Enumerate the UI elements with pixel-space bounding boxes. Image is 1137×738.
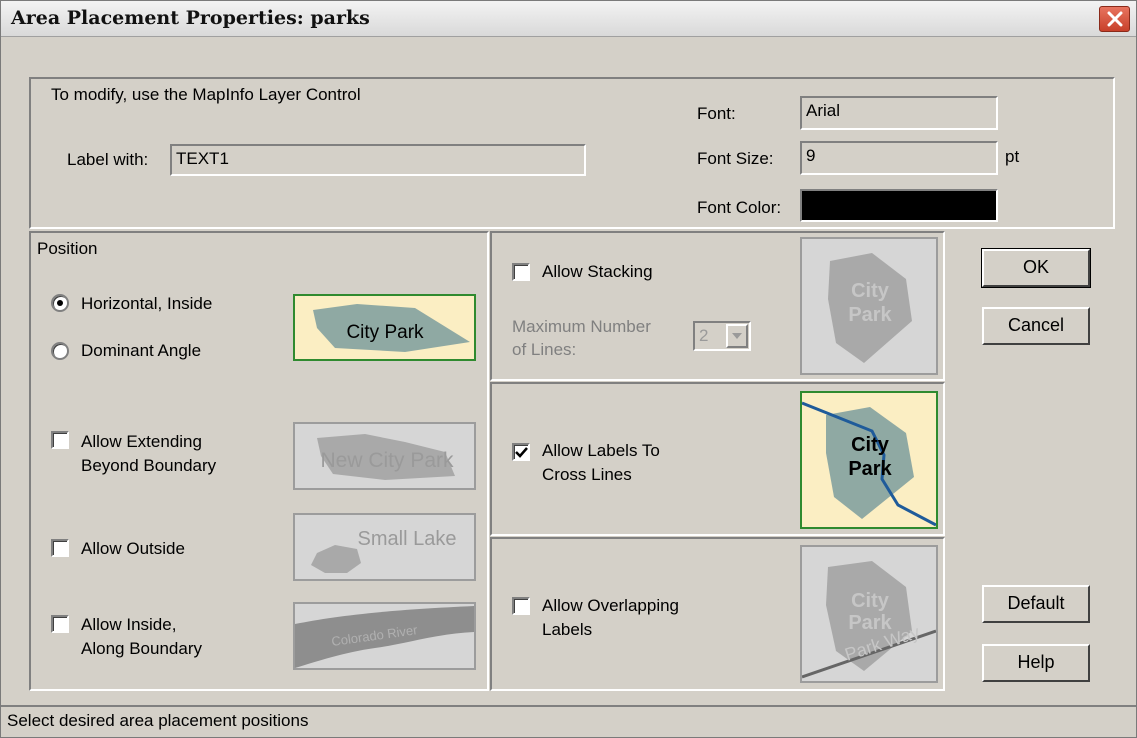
park-polygon-icon: City Park (313, 304, 470, 352)
preview-stacking-text-2: Park (848, 304, 892, 326)
font-size-unit: pt (1005, 147, 1020, 166)
allow-stacking-label[interactable]: Allow Stacking (542, 262, 653, 282)
allow-cross-lines-checkbox[interactable] (512, 443, 530, 461)
close-icon (1107, 11, 1123, 27)
font-field[interactable]: Arial (800, 96, 998, 130)
preview-horizontal-inside: City Park (293, 294, 476, 361)
park-overlap-icon: City Park Park Way (802, 561, 936, 679)
position-heading: Position (37, 239, 98, 258)
font-size-label: Font Size: (697, 149, 774, 168)
font-color-label: Font Color: (697, 198, 782, 217)
dominant-angle-label[interactable]: Dominant Angle (81, 341, 201, 361)
max-lines-value: 2 (699, 326, 709, 345)
chevron-down-icon (732, 333, 742, 339)
allow-cross-lines-label-2[interactable]: Cross Lines (542, 465, 632, 485)
preview-outside-text: Small Lake (358, 528, 457, 550)
dominant-angle-radio[interactable] (51, 342, 69, 360)
preview-overlapping: City Park Park Way (800, 545, 938, 683)
window-title: Area Placement Properties: parks (11, 7, 370, 29)
allow-extending-checkbox[interactable] (51, 431, 69, 449)
preview-inside-along: Colorado River (293, 602, 476, 670)
ok-button[interactable]: OK (981, 248, 1091, 288)
allow-inside-along-label-2[interactable]: Along Boundary (81, 639, 202, 659)
preview-cross-text-1: City (851, 434, 890, 456)
preview-cross-lines: City Park (800, 391, 938, 529)
allow-overlapping-checkbox[interactable] (512, 597, 530, 615)
cancel-button[interactable]: Cancel (982, 307, 1090, 345)
preview-outside: Small Lake (293, 513, 476, 581)
allow-stacking-checkbox[interactable] (512, 263, 530, 281)
preview-horizontal-text: City Park (346, 322, 424, 343)
font-label: Font: (697, 104, 736, 123)
status-bar: Select desired area placement positions (1, 705, 1136, 737)
title-bar: Area Placement Properties: parks (1, 1, 1136, 37)
label-with-field[interactable]: TEXT1 (170, 144, 586, 176)
preview-stacking-text-1: City (851, 280, 890, 302)
horizontal-inside-radio[interactable] (51, 294, 69, 312)
modify-note: To modify, use the MapInfo Layer Control (51, 85, 361, 104)
allow-cross-lines-label-1[interactable]: Allow Labels To (542, 441, 660, 461)
label-with-label: Label with: (67, 150, 149, 169)
allow-extending-label-2[interactable]: Beyond Boundary (81, 456, 216, 476)
preview-stacking: City Park (800, 237, 938, 375)
dialog-window: Area Placement Properties: parks To modi… (0, 0, 1137, 738)
allow-inside-along-label-1[interactable]: Allow Inside, (81, 615, 176, 635)
dropdown-arrow-button[interactable] (726, 324, 748, 348)
river-polygon-icon: Colorado River (295, 606, 474, 668)
lake-polygon-icon: Small Lake (311, 528, 457, 573)
max-lines-select[interactable]: 2 (693, 321, 751, 351)
checkmark-icon (515, 447, 528, 458)
max-lines-label-2: of Lines: (512, 340, 577, 359)
max-lines-label-1: Maximum Number (512, 317, 651, 336)
horizontal-inside-label[interactable]: Horizontal, Inside (81, 294, 212, 314)
default-button[interactable]: Default (982, 585, 1090, 623)
preview-extending: New City Park (293, 422, 476, 490)
allow-overlapping-label-1[interactable]: Allow Overlapping (542, 596, 679, 616)
park-polygon-icon: New City Park (317, 434, 455, 480)
allow-inside-along-checkbox[interactable] (51, 615, 69, 633)
allow-outside-label[interactable]: Allow Outside (81, 539, 185, 559)
allow-overlapping-label-2[interactable]: Labels (542, 620, 592, 640)
allow-extending-label-1[interactable]: Allow Extending (81, 432, 202, 452)
park-polygon-icon: City Park (828, 253, 912, 363)
preview-overlap-text-1: City (851, 590, 890, 612)
help-button[interactable]: Help (982, 644, 1090, 682)
preview-extending-text: New City Park (320, 449, 454, 472)
close-button[interactable] (1099, 6, 1130, 32)
font-color-swatch[interactable] (800, 189, 998, 222)
allow-outside-checkbox[interactable] (51, 539, 69, 557)
park-with-road-icon: City Park (802, 401, 936, 527)
preview-cross-text-2: Park (848, 458, 892, 480)
status-text: Select desired area placement positions (7, 711, 309, 730)
font-size-field[interactable]: 9 (800, 141, 998, 175)
